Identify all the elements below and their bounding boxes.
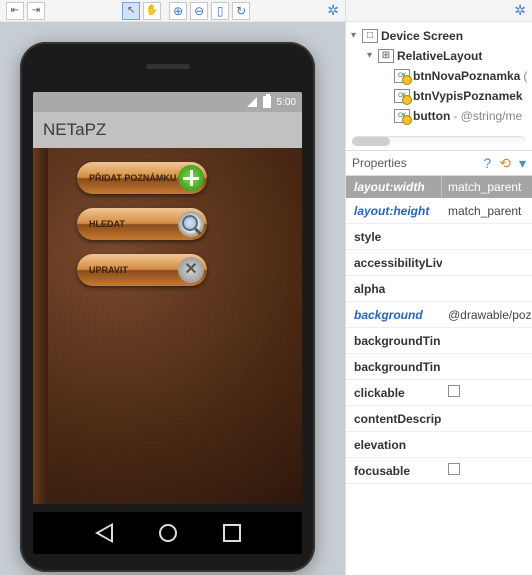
properties-title: Properties: [352, 156, 407, 170]
tree-item[interactable]: btnNovaPoznamka(: [348, 66, 530, 86]
property-value[interactable]: [442, 364, 532, 370]
properties-table: layout:width match_parent layout:heightm…: [346, 176, 532, 575]
design-canvas[interactable]: 5:00 NETaPZ PŘIDAT POZNÁMKU HLEDAT: [0, 22, 345, 575]
property-row[interactable]: contentDescrip: [346, 406, 532, 432]
tree-item[interactable]: button - @string/me: [348, 106, 530, 126]
checkbox[interactable]: [448, 385, 460, 397]
tree-label: btnVypisPoznamek: [413, 86, 523, 106]
zoom-in-icon[interactable]: ⊕: [169, 2, 187, 20]
property-row[interactable]: accessibilityLiv: [346, 250, 532, 276]
property-value[interactable]: [442, 460, 532, 481]
btn-add-note[interactable]: PŘIDAT POZNÁMKU: [77, 162, 207, 194]
tree-root[interactable]: ▾ Device Screen: [348, 26, 530, 46]
property-name: alpha: [346, 279, 442, 299]
tree-label: btnNovaPoznamka: [413, 66, 520, 86]
widget-icon: [394, 109, 410, 123]
property-name: accessibilityLiv: [346, 253, 442, 273]
property-row[interactable]: layout:heightmatch_parent: [346, 198, 532, 224]
property-value[interactable]: [442, 338, 532, 344]
undo-icon[interactable]: ⟲: [499, 155, 511, 172]
settings-icon[interactable]: ✲: [327, 2, 339, 19]
nav-home-icon[interactable]: [159, 524, 177, 542]
device-frame: 5:00 NETaPZ PŘIDAT POZNÁMKU HLEDAT: [20, 42, 315, 572]
component-tree[interactable]: ▾ Device Screen ▾ RelativeLayout btnNova…: [346, 22, 532, 134]
property-row[interactable]: alpha: [346, 276, 532, 302]
zoom-out-icon[interactable]: ⊖: [190, 2, 208, 20]
tree-label: button: [413, 106, 450, 126]
app-bar: NETaPZ: [33, 112, 302, 148]
property-row[interactable]: backgroundTin: [346, 354, 532, 380]
property-name: focusable: [346, 461, 442, 481]
outline-toolbar: ✲: [346, 0, 532, 22]
tree-suffix: (: [523, 66, 527, 86]
nav-back-icon[interactable]: [95, 523, 113, 543]
property-name: clickable: [346, 383, 442, 403]
nav-recent-icon[interactable]: [223, 524, 241, 542]
battery-icon: [263, 96, 271, 108]
tree-label: RelativeLayout: [397, 46, 482, 66]
btn-label: HLEDAT: [89, 219, 125, 229]
property-value[interactable]: [442, 286, 532, 292]
search-icon: [178, 211, 204, 237]
outline-settings-icon[interactable]: ✲: [514, 2, 526, 19]
property-value[interactable]: [442, 442, 532, 448]
app-content: PŘIDAT POZNÁMKU HLEDAT UPRAVIT: [33, 148, 302, 504]
device-screen: 5:00 NETaPZ PŘIDAT POZNÁMKU HLEDAT: [33, 92, 302, 504]
tree-scrollbar[interactable]: [352, 136, 526, 146]
property-name: backgroundTin: [346, 331, 442, 351]
property-row[interactable]: elevation: [346, 432, 532, 458]
property-value[interactable]: [442, 416, 532, 422]
help-icon[interactable]: ?: [483, 155, 491, 172]
signal-icon: [247, 97, 257, 107]
property-value[interactable]: @drawable/pozna: [442, 305, 532, 325]
select-icon[interactable]: ↖: [122, 2, 140, 20]
align-right-icon[interactable]: ⇥: [27, 2, 45, 20]
device-icon: [362, 29, 378, 43]
tools-icon: [178, 257, 204, 283]
refresh-icon[interactable]: ▯: [211, 2, 229, 20]
property-name: background: [346, 305, 442, 325]
property-name: backgroundTin: [346, 357, 442, 377]
btn-search[interactable]: HLEDAT: [77, 208, 207, 240]
pan-icon[interactable]: ✋: [143, 2, 161, 20]
property-row[interactable]: background@drawable/pozna: [346, 302, 532, 328]
col-name: layout:width: [346, 176, 442, 198]
reset-icon[interactable]: ↻: [232, 2, 250, 20]
widget-icon: [394, 89, 410, 103]
property-name: layout:height: [346, 201, 442, 221]
tree-layout[interactable]: ▾ RelativeLayout: [348, 46, 530, 66]
widget-icon: [394, 69, 410, 83]
property-value[interactable]: [442, 382, 532, 403]
checkbox[interactable]: [448, 463, 460, 475]
android-navbar: [33, 512, 302, 554]
property-name: elevation: [346, 435, 442, 455]
add-icon: [178, 165, 204, 191]
align-left-icon[interactable]: ⇤: [6, 2, 24, 20]
property-name: contentDescrip: [346, 409, 442, 429]
properties-table-header[interactable]: layout:width match_parent: [346, 176, 532, 198]
btn-label: UPRAVIT: [89, 265, 128, 275]
property-row[interactable]: clickable: [346, 380, 532, 406]
properties-header: Properties ? ⟲ ▾: [346, 150, 532, 176]
filter-icon[interactable]: ▾: [519, 155, 526, 172]
property-value[interactable]: [442, 234, 532, 240]
tree-item[interactable]: btnVypisPoznamek: [348, 86, 530, 106]
status-bar: 5:00: [33, 92, 302, 112]
property-row[interactable]: focusable: [346, 458, 532, 484]
designer-toolbar: ⇤ ⇥ ↖ ✋ ⊕ ⊖ ▯ ↻ ✲: [0, 0, 345, 22]
property-row[interactable]: backgroundTin: [346, 328, 532, 354]
btn-edit[interactable]: UPRAVIT: [77, 254, 207, 286]
col-value: match_parent: [442, 176, 532, 198]
btn-label: PŘIDAT POZNÁMKU: [89, 173, 176, 183]
layout-icon: [378, 49, 394, 63]
app-title: NETaPZ: [43, 120, 106, 140]
property-name: style: [346, 227, 442, 247]
property-row[interactable]: style: [346, 224, 532, 250]
tree-label: Device Screen: [381, 26, 463, 46]
property-value[interactable]: [442, 260, 532, 266]
clock: 5:00: [277, 97, 296, 108]
property-value[interactable]: match_parent: [442, 201, 532, 221]
tree-suffix: - @string/me: [453, 106, 522, 126]
